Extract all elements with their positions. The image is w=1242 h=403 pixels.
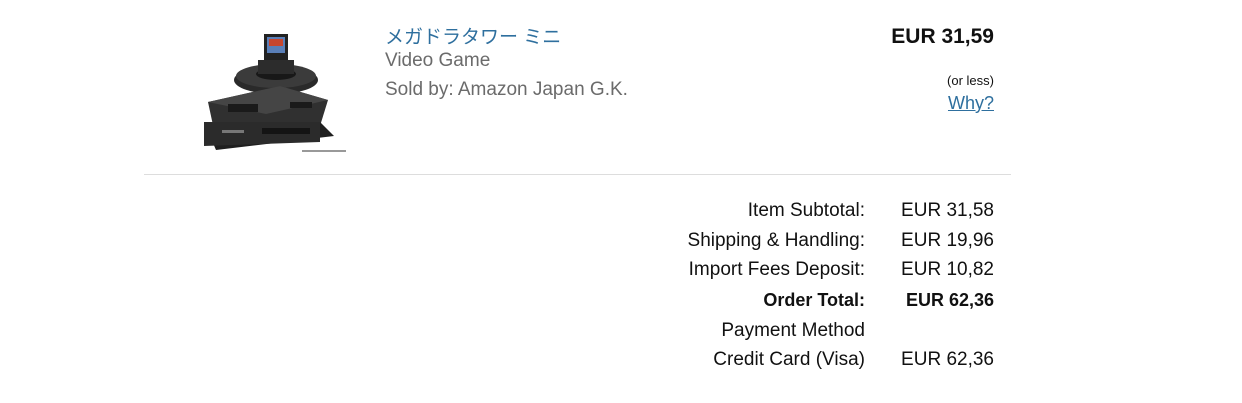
- product-category: Video Game: [385, 50, 491, 71]
- order-summary: Item Subtotal: EUR 31,58 Shipping & Hand…: [560, 200, 994, 379]
- summary-value: EUR 10,82: [901, 259, 994, 280]
- product-seller: Sold by: Amazon Japan G.K.: [385, 79, 628, 100]
- product-price: EUR 31,59: [891, 25, 994, 48]
- summary-row-item-subtotal: Item Subtotal: EUR 31,58: [560, 200, 994, 230]
- summary-value: EUR 31,58: [901, 200, 994, 221]
- summary-row-shipping: Shipping & Handling: EUR 19,96: [560, 230, 994, 260]
- summary-label: Import Fees Deposit:: [688, 259, 865, 280]
- product-image[interactable]: [170, 30, 356, 158]
- price-note: (or less): [947, 73, 994, 88]
- summary-label: Credit Card (Visa): [713, 349, 865, 370]
- summary-row-payment-method: Payment Method: [560, 320, 994, 350]
- summary-row-order-total: Order Total: EUR 62,36: [560, 289, 994, 320]
- section-divider: [144, 174, 1011, 175]
- summary-row-import-fees: Import Fees Deposit: EUR 10,82: [560, 259, 994, 289]
- summary-value: EUR 19,96: [901, 229, 994, 251]
- summary-label: Payment Method: [721, 319, 865, 341]
- summary-value: EUR 62,36: [901, 349, 994, 370]
- summary-row-credit-card: Credit Card (Visa) EUR 62,36: [560, 349, 994, 379]
- why-price-link[interactable]: Why?: [948, 93, 994, 114]
- summary-label: Item Subtotal:: [747, 200, 865, 221]
- product-title-link[interactable]: メガドラタワー ミニ: [385, 22, 561, 49]
- summary-value: EUR 62,36: [905, 289, 994, 310]
- summary-label: Shipping & Handling:: [687, 229, 865, 251]
- summary-label: Order Total:: [763, 289, 865, 310]
